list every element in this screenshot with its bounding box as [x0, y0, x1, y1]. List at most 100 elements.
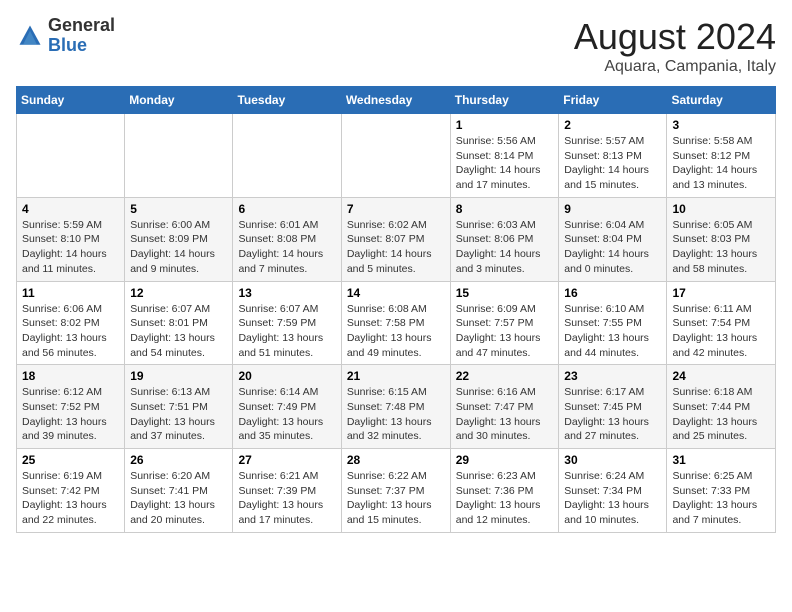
day-number: 15 [456, 286, 554, 300]
day-number: 10 [672, 202, 770, 216]
day-header-wednesday: Wednesday [341, 87, 450, 114]
calendar-week-2: 4Sunrise: 5:59 AM Sunset: 8:10 PM Daylig… [17, 197, 776, 281]
calendar-cell: 10 Sunrise: 6:05 AM Sunset: 8:03 PM Dayli… [667, 197, 776, 281]
day-info: Sunrise: 6:07 AM Sunset: 7:59 PM Dayligh… [238, 302, 335, 361]
day-info: Sunrise: 6:01 AM Sunset: 8:08 PM Dayligh… [238, 218, 335, 277]
day-number: 7 [347, 202, 445, 216]
logo-text: General Blue [48, 16, 115, 56]
calendar-cell: 25 Sunrise: 6:19 AM Sunset: 7:42 PM Dayli… [17, 449, 125, 533]
day-info: Sunrise: 6:05 AM Sunset: 8:03 PM Dayligh… [672, 218, 770, 277]
day-number: 16 [564, 286, 661, 300]
day-number: 31 [672, 453, 770, 467]
day-number: 17 [672, 286, 770, 300]
page-header: General Blue August 2024 Aquara, Campani… [16, 16, 776, 76]
day-info: Sunrise: 6:08 AM Sunset: 7:58 PM Dayligh… [347, 302, 445, 361]
calendar-week-3: 11 Sunrise: 6:06 AM Sunset: 8:02 PM Dayli… [17, 281, 776, 365]
day-info: Sunrise: 6:09 AM Sunset: 7:57 PM Dayligh… [456, 302, 554, 361]
calendar-week-5: 25 Sunrise: 6:19 AM Sunset: 7:42 PM Dayli… [17, 449, 776, 533]
day-info: Sunrise: 5:58 AM Sunset: 8:12 PM Dayligh… [672, 134, 770, 193]
calendar-cell: 13 Sunrise: 6:07 AM Sunset: 7:59 PM Dayli… [233, 281, 341, 365]
title-block: August 2024 Aquara, Campania, Italy [574, 16, 776, 76]
calendar-cell: 15 Sunrise: 6:09 AM Sunset: 7:57 PM Dayli… [450, 281, 559, 365]
day-header-monday: Monday [125, 87, 233, 114]
calendar-cell: 4Sunrise: 5:59 AM Sunset: 8:10 PM Daylig… [17, 197, 125, 281]
day-number: 11 [22, 286, 119, 300]
day-info: Sunrise: 6:23 AM Sunset: 7:36 PM Dayligh… [456, 469, 554, 528]
calendar-cell: 5 Sunrise: 6:00 AM Sunset: 8:09 PM Daylig… [125, 197, 233, 281]
calendar-cell [17, 114, 125, 198]
day-number: 2 [564, 118, 661, 132]
day-header-sunday: Sunday [17, 87, 125, 114]
day-info: Sunrise: 6:15 AM Sunset: 7:48 PM Dayligh… [347, 385, 445, 444]
day-info: Sunrise: 6:17 AM Sunset: 7:45 PM Dayligh… [564, 385, 661, 444]
day-info: Sunrise: 6:14 AM Sunset: 7:49 PM Dayligh… [238, 385, 335, 444]
day-number: 24 [672, 369, 770, 383]
calendar-cell: 11 Sunrise: 6:06 AM Sunset: 8:02 PM Dayli… [17, 281, 125, 365]
day-number: 6 [238, 202, 335, 216]
day-number: 12 [130, 286, 227, 300]
day-info: Sunrise: 6:24 AM Sunset: 7:34 PM Dayligh… [564, 469, 661, 528]
calendar-cell: 9 Sunrise: 6:04 AM Sunset: 8:04 PM Daylig… [559, 197, 667, 281]
day-info: Sunrise: 5:56 AM Sunset: 8:14 PM Dayligh… [456, 134, 554, 193]
day-info: Sunrise: 6:21 AM Sunset: 7:39 PM Dayligh… [238, 469, 335, 528]
day-number: 8 [456, 202, 554, 216]
day-info: Sunrise: 5:59 AM Sunset: 8:10 PM Dayligh… [22, 218, 119, 277]
calendar-cell: 22 Sunrise: 6:16 AM Sunset: 7:47 PM Dayli… [450, 365, 559, 449]
calendar-cell: 6 Sunrise: 6:01 AM Sunset: 8:08 PM Daylig… [233, 197, 341, 281]
day-number: 5 [130, 202, 227, 216]
day-number: 22 [456, 369, 554, 383]
day-info: Sunrise: 6:22 AM Sunset: 7:37 PM Dayligh… [347, 469, 445, 528]
calendar: SundayMondayTuesdayWednesdayThursdayFrid… [16, 86, 776, 533]
day-info: Sunrise: 6:02 AM Sunset: 8:07 PM Dayligh… [347, 218, 445, 277]
calendar-cell: 14 Sunrise: 6:08 AM Sunset: 7:58 PM Dayli… [341, 281, 450, 365]
day-number: 13 [238, 286, 335, 300]
calendar-cell: 30 Sunrise: 6:24 AM Sunset: 7:34 PM Dayli… [559, 449, 667, 533]
calendar-cell: 17Sunrise: 6:11 AM Sunset: 7:54 PM Dayli… [667, 281, 776, 365]
day-number: 21 [347, 369, 445, 383]
day-info: Sunrise: 6:16 AM Sunset: 7:47 PM Dayligh… [456, 385, 554, 444]
day-info: Sunrise: 6:19 AM Sunset: 7:42 PM Dayligh… [22, 469, 119, 528]
calendar-cell: 29 Sunrise: 6:23 AM Sunset: 7:36 PM Dayli… [450, 449, 559, 533]
calendar-cell: 27 Sunrise: 6:21 AM Sunset: 7:39 PM Dayli… [233, 449, 341, 533]
day-number: 30 [564, 453, 661, 467]
day-number: 3 [672, 118, 770, 132]
calendar-header-row: SundayMondayTuesdayWednesdayThursdayFrid… [17, 87, 776, 114]
day-number: 29 [456, 453, 554, 467]
day-info: Sunrise: 6:04 AM Sunset: 8:04 PM Dayligh… [564, 218, 661, 277]
day-info: Sunrise: 6:06 AM Sunset: 8:02 PM Dayligh… [22, 302, 119, 361]
day-number: 14 [347, 286, 445, 300]
day-info: Sunrise: 6:20 AM Sunset: 7:41 PM Dayligh… [130, 469, 227, 528]
day-number: 18 [22, 369, 119, 383]
calendar-cell: 18 Sunrise: 6:12 AM Sunset: 7:52 PM Dayli… [17, 365, 125, 449]
day-info: Sunrise: 6:03 AM Sunset: 8:06 PM Dayligh… [456, 218, 554, 277]
day-info: Sunrise: 6:00 AM Sunset: 8:09 PM Dayligh… [130, 218, 227, 277]
day-number: 27 [238, 453, 335, 467]
day-header-friday: Friday [559, 87, 667, 114]
day-header-thursday: Thursday [450, 87, 559, 114]
day-header-saturday: Saturday [667, 87, 776, 114]
location: Aquara, Campania, Italy [574, 58, 776, 76]
day-info: Sunrise: 6:13 AM Sunset: 7:51 PM Dayligh… [130, 385, 227, 444]
logo-icon [16, 22, 44, 50]
calendar-cell: 26Sunrise: 6:20 AM Sunset: 7:41 PM Dayli… [125, 449, 233, 533]
day-number: 20 [238, 369, 335, 383]
day-number: 19 [130, 369, 227, 383]
calendar-cell: 12 Sunrise: 6:07 AM Sunset: 8:01 PM Dayli… [125, 281, 233, 365]
calendar-cell: 21 Sunrise: 6:15 AM Sunset: 7:48 PM Dayli… [341, 365, 450, 449]
calendar-cell: 19 Sunrise: 6:13 AM Sunset: 7:51 PM Dayli… [125, 365, 233, 449]
day-number: 25 [22, 453, 119, 467]
calendar-cell [125, 114, 233, 198]
calendar-week-1: 1 Sunrise: 5:56 AM Sunset: 8:14 PM Daylig… [17, 114, 776, 198]
day-number: 28 [347, 453, 445, 467]
month-title: August 2024 [574, 16, 776, 58]
day-number: 23 [564, 369, 661, 383]
calendar-cell: 20 Sunrise: 6:14 AM Sunset: 7:49 PM Dayli… [233, 365, 341, 449]
day-number: 9 [564, 202, 661, 216]
calendar-cell: 3 Sunrise: 5:58 AM Sunset: 8:12 PM Daylig… [667, 114, 776, 198]
day-info: Sunrise: 6:07 AM Sunset: 8:01 PM Dayligh… [130, 302, 227, 361]
day-info: Sunrise: 6:12 AM Sunset: 7:52 PM Dayligh… [22, 385, 119, 444]
calendar-cell: 7 Sunrise: 6:02 AM Sunset: 8:07 PM Daylig… [341, 197, 450, 281]
calendar-cell: 23 Sunrise: 6:17 AM Sunset: 7:45 PM Dayli… [559, 365, 667, 449]
calendar-week-4: 18 Sunrise: 6:12 AM Sunset: 7:52 PM Dayli… [17, 365, 776, 449]
day-number: 1 [456, 118, 554, 132]
